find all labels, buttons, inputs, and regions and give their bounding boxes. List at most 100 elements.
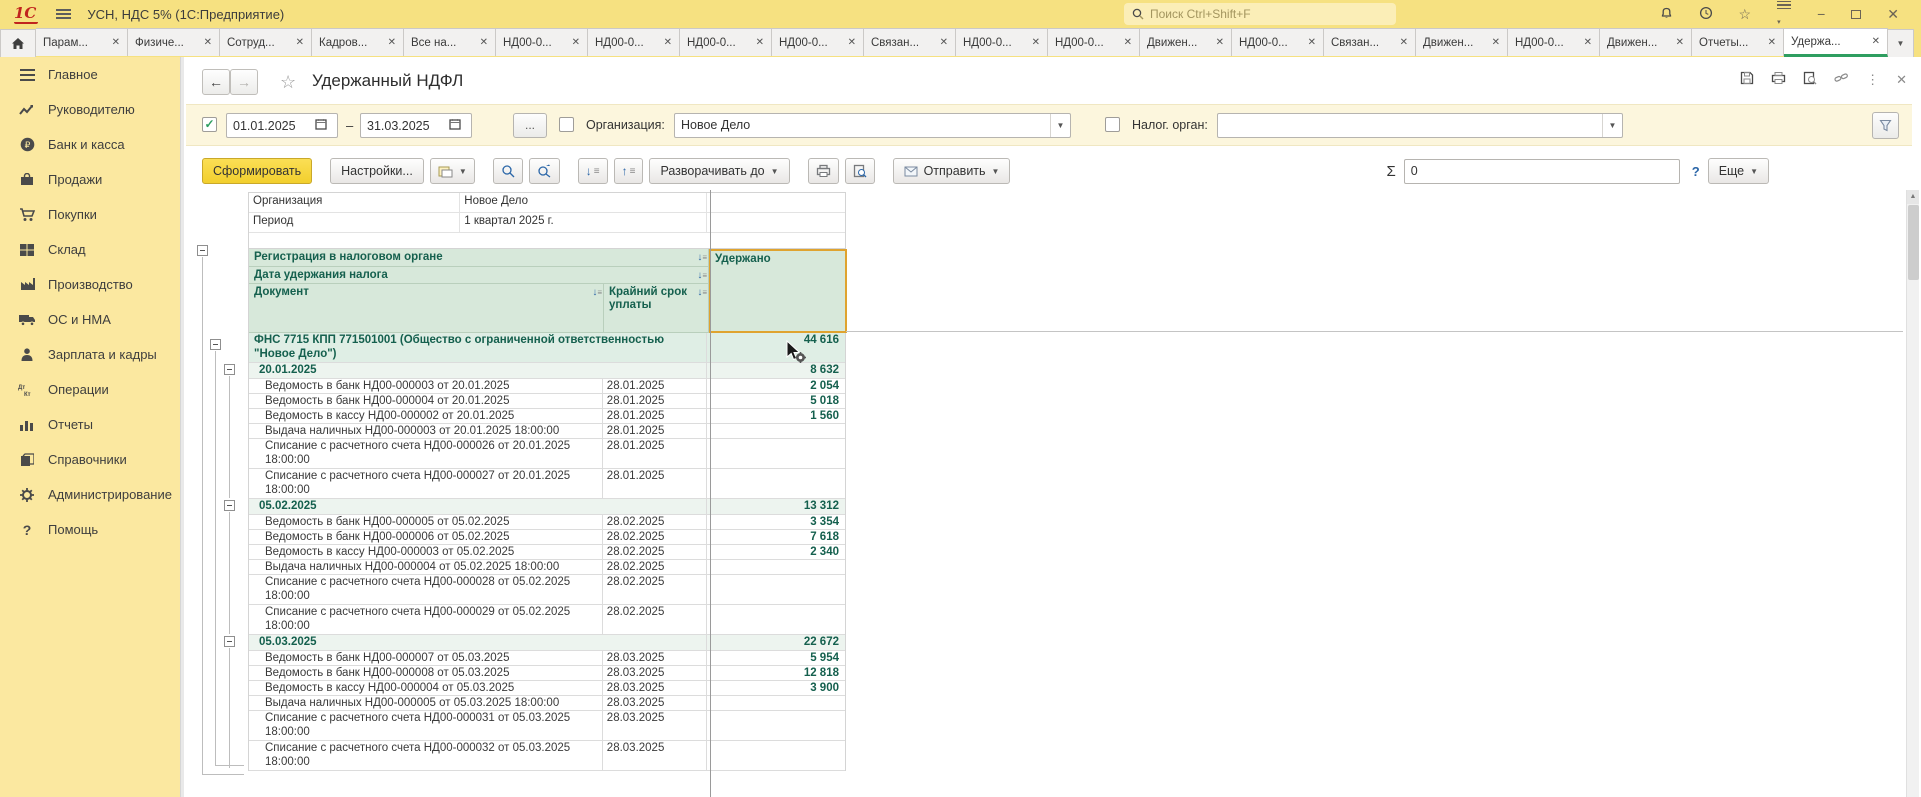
detail-row-1-4[interactable]: Списание с расчетного счета НД00-000028 … — [249, 575, 845, 605]
tab-6[interactable]: НД00-0...✕ — [588, 28, 680, 56]
tab-close-icon[interactable]: ✕ — [480, 37, 488, 48]
main-menu-icon[interactable] — [56, 7, 71, 21]
tab-2[interactable]: Сотруд...✕ — [220, 28, 312, 56]
tab-close-icon[interactable]: ✕ — [1308, 37, 1316, 48]
scroll-up-icon[interactable]: ▲ — [1907, 190, 1919, 204]
collapse-box[interactable] — [224, 500, 235, 511]
preview-icon[interactable] — [1803, 71, 1817, 88]
tab-close-icon[interactable]: ✕ — [1768, 37, 1776, 48]
detail-row-2-2[interactable]: Ведомость в кассу НД00-000004 от 05.03.2… — [249, 681, 845, 696]
more-actions-icon[interactable]: ⋮ — [1866, 72, 1879, 88]
more-button[interactable]: Еще▼ — [1708, 158, 1769, 184]
vertical-scrollbar[interactable]: ▲ — [1906, 190, 1919, 797]
info-row[interactable]: Организация Новое Дело — [249, 193, 845, 213]
get-link-icon[interactable] — [1834, 72, 1849, 88]
detail-row-2-3[interactable]: Выдача наличных НД00-000005 от 05.03.202… — [249, 696, 845, 711]
sidebar-item-12[interactable]: Администрирование — [0, 477, 180, 512]
global-search-input[interactable]: Поиск Ctrl+Shift+F — [1124, 3, 1396, 25]
tab-close-icon[interactable]: ✕ — [756, 37, 764, 48]
scrollbar-thumb[interactable] — [1908, 205, 1919, 280]
tab-close-icon[interactable]: ✕ — [388, 37, 396, 48]
sort-icon[interactable]: ↓≡ — [697, 269, 706, 281]
notifications-bell-icon[interactable] — [1660, 6, 1673, 22]
sidebar-item-2[interactable]: ₽Банк и касса — [0, 127, 180, 162]
tab-close-icon[interactable]: ✕ — [1400, 37, 1408, 48]
date-to-field[interactable] — [360, 113, 472, 138]
tab-close-icon[interactable]: ✕ — [204, 37, 212, 48]
functions-menu-icon[interactable]: ▾ — [1777, 0, 1791, 29]
close-report-icon[interactable]: ✕ — [1896, 72, 1907, 88]
detail-row-0-0[interactable]: Ведомость в банк НД00-000003 от 20.01.20… — [249, 379, 845, 394]
forward-button[interactable]: → — [230, 69, 258, 95]
header-withhold-date[interactable]: Дата удержания налога ↓≡ — [249, 267, 709, 284]
detail-row-1-2[interactable]: Ведомость в кассу НД00-000003 от 05.02.2… — [249, 545, 845, 560]
back-button[interactable]: ← — [202, 69, 230, 95]
help-icon[interactable]: ? — [1692, 164, 1700, 179]
detail-row-1-1[interactable]: Ведомость в банк НД00-000006 от 05.02.20… — [249, 530, 845, 545]
tab-12[interactable]: Движен...✕ — [1140, 28, 1232, 56]
filter-settings-button[interactable] — [1872, 112, 1899, 139]
tab-close-icon[interactable]: ✕ — [112, 37, 120, 48]
sidebar-item-5[interactable]: Склад — [0, 232, 180, 267]
detail-row-1-0[interactable]: Ведомость в банк НД00-000005 от 05.02.20… — [249, 515, 845, 530]
header-registration[interactable]: Регистрация в налоговом органе ↓≡ — [249, 249, 709, 267]
date-to-input[interactable] — [361, 119, 445, 133]
sidebar-item-11[interactable]: Справочники — [0, 442, 180, 477]
period-options-button[interactable]: ... — [513, 113, 547, 138]
detail-row-0-3[interactable]: Выдача наличных НД00-000003 от 20.01.202… — [249, 424, 845, 439]
find-button[interactable] — [493, 158, 523, 184]
collapse-box[interactable] — [224, 364, 235, 375]
tab-0[interactable]: Парам...✕ — [36, 28, 128, 56]
tab-11[interactable]: НД00-0...✕ — [1048, 28, 1140, 56]
header-withheld-selected-cell[interactable]: Удержано — [709, 249, 847, 333]
period-checkbox[interactable]: ✓ — [202, 117, 217, 132]
sidebar-item-13[interactable]: ?Помощь — [0, 512, 180, 547]
tab-18[interactable]: Отчеты...✕ — [1692, 28, 1784, 56]
tab-4[interactable]: Все на...✕ — [404, 28, 496, 56]
send-button[interactable]: Отправить ▼ — [893, 158, 1011, 184]
detail-row-2-4[interactable]: Списание с расчетного счета НД00-000031 … — [249, 711, 845, 741]
group-row-tax-authority[interactable]: ФНС 7715 КПП 771501001 (Общество с огран… — [249, 333, 845, 363]
organization-combo[interactable]: Новое Дело ▼ — [674, 113, 1071, 138]
detail-row-2-1[interactable]: Ведомость в банк НД00-000008 от 05.03.20… — [249, 666, 845, 681]
tab-close-icon[interactable]: ✕ — [940, 37, 948, 48]
sidebar-item-6[interactable]: Производство — [0, 267, 180, 302]
detail-row-0-1[interactable]: Ведомость в банк НД00-000004 от 20.01.20… — [249, 394, 845, 409]
print-button[interactable] — [808, 158, 839, 184]
home-tab[interactable] — [0, 29, 36, 57]
tax-authority-combo[interactable]: ▼ — [1217, 113, 1623, 138]
history-clock-icon[interactable] — [1699, 6, 1713, 22]
minimize-icon[interactable]: − — [1817, 7, 1825, 21]
organization-checkbox[interactable] — [559, 117, 574, 132]
group-row-date-1[interactable]: 05.02.202513 312 — [249, 499, 845, 515]
sidebar-item-7[interactable]: ОС и НМА — [0, 302, 180, 337]
tab-3[interactable]: Кадров...✕ — [312, 28, 404, 56]
sort-icon[interactable]: ↓≡ — [697, 251, 706, 263]
tab-close-icon[interactable]: ✕ — [848, 37, 856, 48]
tab-close-icon[interactable]: ✕ — [1124, 37, 1132, 48]
date-from-input[interactable] — [227, 119, 311, 133]
detail-row-1-3[interactable]: Выдача наличных НД00-000004 от 05.02.202… — [249, 560, 845, 575]
tab-close-icon[interactable]: ✕ — [572, 37, 580, 48]
header-document[interactable]: Документ ↓≡ — [249, 284, 604, 333]
find-next-button[interactable] — [529, 158, 560, 184]
calendar-icon[interactable] — [311, 118, 331, 133]
date-from-field[interactable] — [226, 113, 338, 138]
detail-row-0-4[interactable]: Списание с расчетного счета НД00-000026 … — [249, 439, 845, 469]
settings-button[interactable]: Настройки... — [330, 158, 424, 184]
expand-groups-button[interactable]: ↑≡ — [614, 158, 644, 184]
tab-close-icon[interactable]: ✕ — [1216, 37, 1224, 48]
sidebar-item-9[interactable]: ДтКтОперации — [0, 372, 180, 407]
collapse-box[interactable] — [210, 339, 221, 350]
sort-icon[interactable]: ↓≡ — [592, 286, 601, 298]
sidebar-item-3[interactable]: Продажи — [0, 162, 180, 197]
detail-row-2-5[interactable]: Списание с расчетного счета НД00-000032 … — [249, 741, 845, 771]
sidebar-item-8[interactable]: Зарплата и кадры — [0, 337, 180, 372]
restore-icon[interactable] — [1851, 10, 1861, 19]
sidebar-item-0[interactable]: Главное — [0, 57, 180, 92]
tab-close-icon[interactable]: ✕ — [1032, 37, 1040, 48]
tab-8[interactable]: НД00-0...✕ — [772, 28, 864, 56]
tab-1[interactable]: Физиче...✕ — [128, 28, 220, 56]
sidebar-item-4[interactable]: Покупки — [0, 197, 180, 232]
tab-close-icon[interactable]: ✕ — [1676, 37, 1684, 48]
